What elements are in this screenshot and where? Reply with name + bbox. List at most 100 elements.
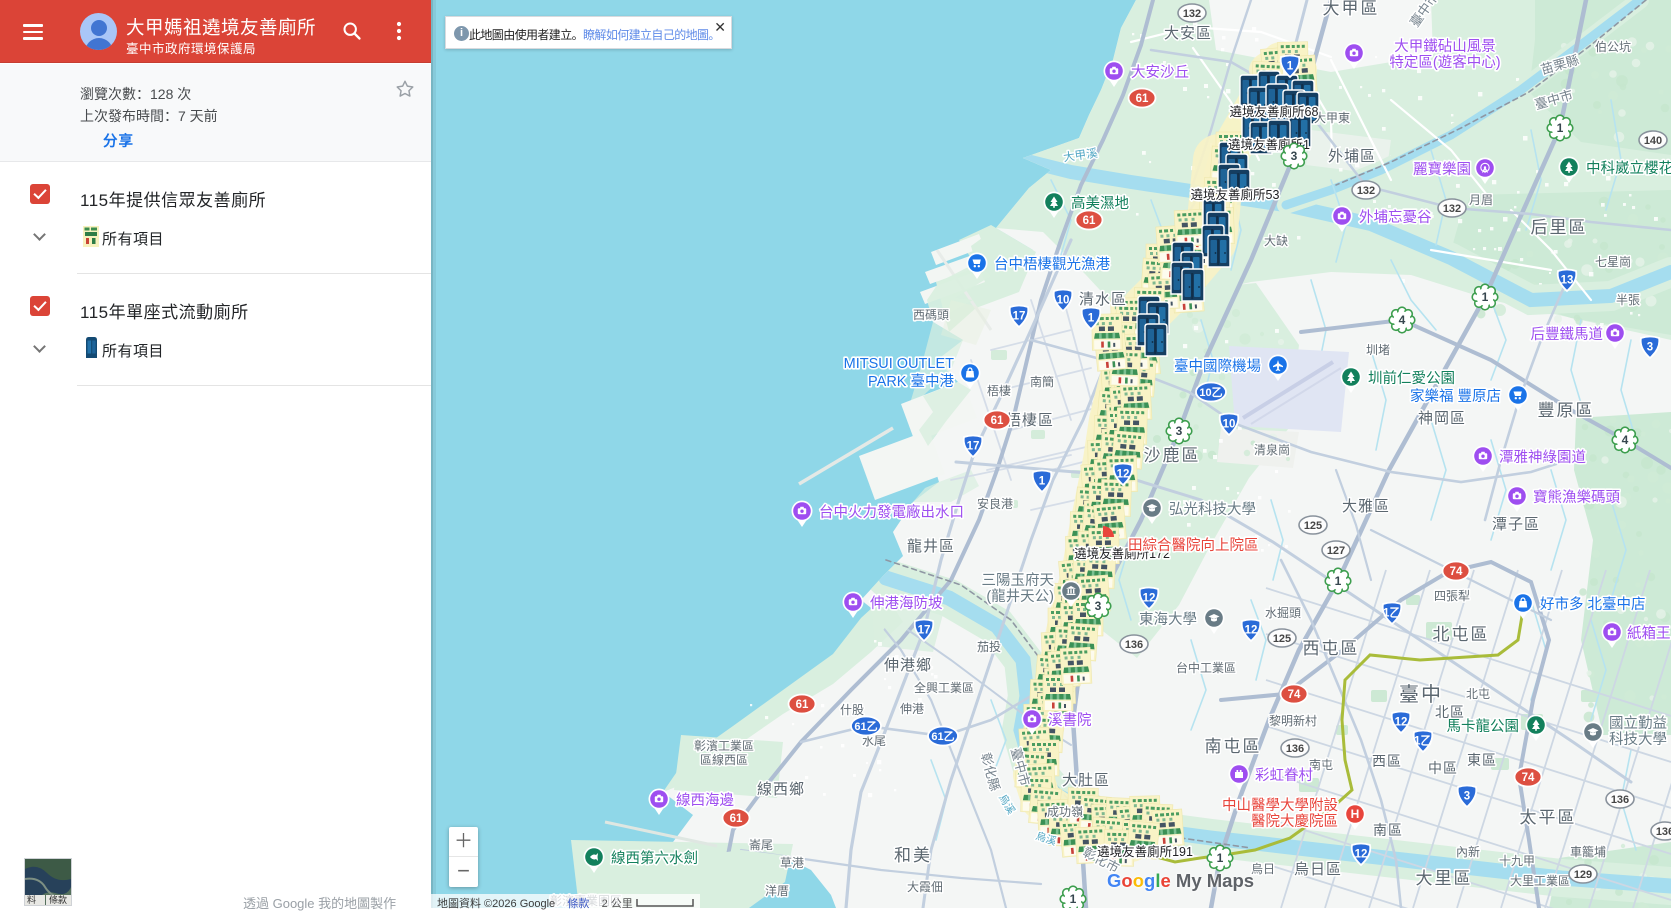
svg-text:內新: 內新 [1456, 844, 1480, 859]
svg-text:北屯: 北屯 [1466, 687, 1490, 701]
svg-text:17: 17 [1013, 311, 1026, 323]
svg-text:12: 12 [1395, 717, 1408, 729]
svg-text:140: 140 [1644, 135, 1662, 147]
svg-text:3: 3 [1464, 791, 1470, 803]
svg-text:中科崴立櫻花: 中科崴立櫻花 [1586, 160, 1671, 177]
svg-text:132: 132 [1183, 8, 1201, 20]
svg-text:61: 61 [730, 813, 743, 825]
svg-text:半張: 半張 [1616, 293, 1640, 307]
svg-text:四張犁: 四張犁 [1434, 589, 1470, 603]
svg-text:黎明新村: 黎明新村 [1269, 713, 1317, 728]
svg-text:線西海邊: 線西海邊 [676, 792, 734, 809]
svg-text:136: 136 [1611, 794, 1629, 806]
svg-text:遶境友善廁所191: 遶境友善廁所191 [1097, 844, 1193, 859]
svg-text:特定區(遊客中心): 特定區(遊客中心) [1389, 54, 1500, 71]
svg-text:國立勤益: 國立勤益 [1609, 715, 1667, 732]
svg-text:3: 3 [1176, 424, 1183, 438]
svg-text:太平區: 太平區 [1520, 808, 1577, 827]
svg-text:科技大學: 科技大學 [1609, 730, 1667, 748]
svg-text:10: 10 [1223, 419, 1236, 431]
svg-text:1: 1 [1287, 61, 1294, 73]
svg-text:61: 61 [991, 415, 1004, 427]
svg-text:132: 132 [1357, 185, 1375, 197]
svg-text:大甲東: 大甲東 [1314, 111, 1350, 125]
svg-text:月眉: 月眉 [1469, 193, 1493, 207]
svg-text:后里區: 后里區 [1531, 218, 1588, 237]
svg-text:伸港海防坡: 伸港海防坡 [870, 595, 943, 612]
svg-text:什股: 什股 [840, 703, 864, 717]
svg-text:大安沙丘: 大安沙丘 [1131, 64, 1189, 81]
svg-text:西碼頭: 西碼頭 [913, 308, 949, 322]
svg-text:136: 136 [1125, 639, 1143, 651]
svg-text:129: 129 [1574, 869, 1592, 881]
svg-text:圳堵: 圳堵 [1366, 343, 1390, 357]
svg-text:十九甲: 十九甲 [1499, 854, 1535, 868]
svg-text:12: 12 [1143, 593, 1156, 605]
svg-text:H: H [1351, 807, 1360, 821]
svg-text:4: 4 [1399, 313, 1406, 327]
svg-text:東海大學: 東海大學 [1139, 610, 1197, 628]
svg-text:大缺: 大缺 [1264, 233, 1288, 248]
svg-text:大安區: 大安區 [1164, 25, 1212, 42]
svg-text:安良港: 安良港 [977, 496, 1013, 511]
svg-text:中山醫學大學附設: 中山醫學大學附設 [1222, 796, 1338, 814]
svg-text:61: 61 [1083, 215, 1096, 227]
svg-text:台中工業區: 台中工業區 [1176, 660, 1236, 675]
svg-text:龍井區: 龍井區 [907, 538, 955, 555]
svg-text:醫院大慶院區: 醫院大慶院區 [1251, 813, 1338, 830]
svg-text:三陽玉府天: 三陽玉府天 [982, 572, 1055, 589]
svg-text:4: 4 [1622, 433, 1629, 447]
svg-text:田綜合醫院向上院區: 田綜合醫院向上院區 [1128, 537, 1259, 554]
svg-text:大甲鐵砧山風景: 大甲鐵砧山風景 [1394, 37, 1496, 55]
svg-text:17: 17 [918, 625, 931, 637]
svg-text:伸港: 伸港 [900, 702, 924, 716]
svg-text:61乙: 61乙 [854, 720, 877, 733]
svg-text:1: 1 [1088, 313, 1095, 325]
svg-text:1乙: 1乙 [1383, 607, 1401, 620]
svg-text:彰濱工業區: 彰濱工業區 [694, 738, 754, 753]
svg-text:大雅區: 大雅區 [1342, 498, 1390, 515]
svg-text:南區: 南區 [1373, 822, 1403, 838]
svg-text:線西鄉: 線西鄉 [757, 781, 805, 798]
svg-text:清水區: 清水區 [1079, 291, 1127, 308]
svg-text:1: 1 [1070, 892, 1077, 906]
svg-text:3: 3 [1291, 149, 1298, 163]
svg-text:1: 1 [1335, 574, 1342, 588]
svg-text:10: 10 [1057, 295, 1070, 307]
svg-text:溪書院: 溪書院 [1048, 712, 1092, 729]
svg-text:12: 12 [1355, 849, 1368, 861]
svg-text:74: 74 [1522, 772, 1535, 784]
svg-text:3: 3 [1095, 599, 1102, 613]
svg-text:中區: 中區 [1428, 760, 1458, 776]
svg-text:13: 13 [1561, 275, 1574, 287]
svg-text:外埔區: 外埔區 [1328, 148, 1376, 165]
svg-text:洋厝: 洋厝 [765, 883, 789, 898]
svg-text:127: 127 [1327, 545, 1345, 557]
svg-text:遶境友善廁所68: 遶境友善廁所68 [1230, 104, 1319, 119]
svg-text:125: 125 [1304, 520, 1322, 532]
svg-text:南簡: 南簡 [1030, 374, 1054, 389]
svg-text:10乙: 10乙 [1199, 386, 1222, 399]
svg-text:136: 136 [1286, 743, 1304, 755]
svg-text:圳前仁愛公園: 圳前仁愛公園 [1368, 370, 1455, 387]
svg-text:麗寶樂園: 麗寶樂園 [1413, 160, 1471, 178]
svg-text:西區: 西區 [1372, 753, 1402, 769]
svg-text:台中梧棲觀光漁港: 台中梧棲觀光漁港 [994, 256, 1110, 273]
svg-text:馬卡龍公園: 馬卡龍公園 [1447, 718, 1520, 735]
svg-text:74: 74 [1450, 566, 1463, 578]
svg-text:豐原區: 豐原區 [1538, 401, 1595, 420]
svg-text:料: 料 [27, 894, 36, 905]
svg-text:烏日區: 烏日區 [1294, 861, 1342, 878]
svg-text:遶境友善廁所53: 遶境友善廁所53 [1191, 187, 1280, 202]
svg-text:伯公坑: 伯公坑 [1595, 39, 1631, 54]
svg-text:1: 1 [1039, 476, 1046, 488]
svg-text:61: 61 [1136, 93, 1149, 105]
svg-text:61乙: 61乙 [931, 730, 954, 743]
svg-text:1: 1 [1217, 851, 1224, 865]
svg-text:136: 136 [1656, 826, 1671, 838]
svg-text:PARK 臺中港: PARK 臺中港 [868, 373, 954, 390]
svg-text:1: 1 [1482, 290, 1489, 304]
svg-text:大肚區: 大肚區 [1062, 772, 1110, 789]
svg-text:大霞佃: 大霞佃 [907, 880, 943, 894]
svg-text:好市多 北臺中店: 好市多 北臺中店 [1540, 596, 1646, 613]
